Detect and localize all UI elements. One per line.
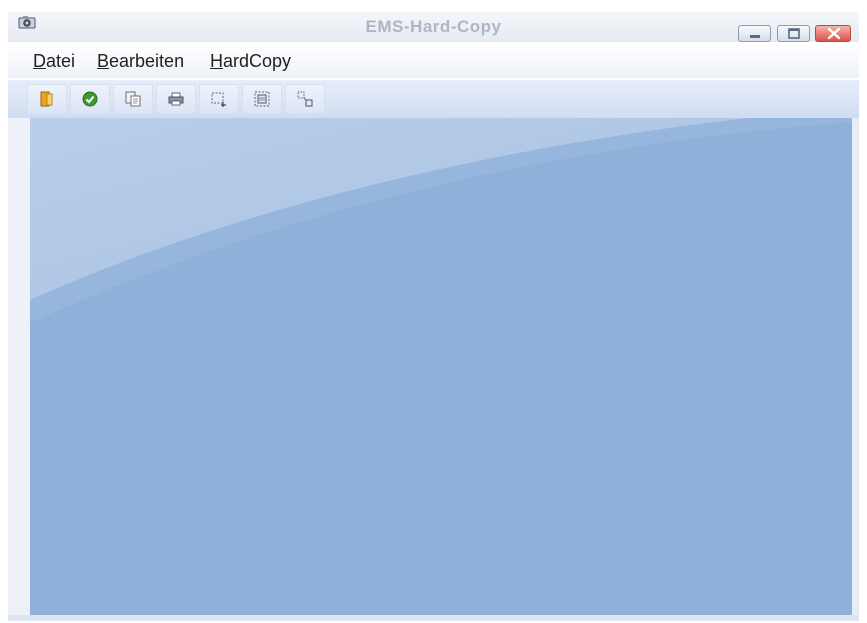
print-button[interactable]	[156, 84, 196, 114]
application-window: EMS-Hard-Copy Datei Bearbeiten HardCopy	[0, 0, 867, 623]
open-button[interactable]	[27, 84, 67, 114]
menu-bearbeiten[interactable]: Bearbeiten	[97, 51, 184, 72]
menu-bearbeiten-label: earbeiten	[109, 51, 185, 71]
ok-button[interactable]	[70, 84, 110, 114]
menu-hardcopy-mnemonic: H	[210, 51, 223, 71]
menu-datei-label: atei	[46, 51, 76, 71]
bottom-frame	[8, 615, 859, 621]
left-frame	[8, 118, 30, 617]
menu-datei[interactable]: Datei	[33, 51, 75, 72]
workspace-area	[30, 118, 852, 615]
menu-hardcopy[interactable]: HardCopy	[210, 51, 291, 72]
toolbar	[8, 80, 859, 119]
menu-bearbeiten-mnemonic: B	[97, 51, 110, 71]
menu-bar: Datei Bearbeiten HardCopy	[8, 44, 859, 78]
close-icon	[816, 27, 852, 45]
minimize-icon	[739, 28, 772, 45]
menu-datei-mnemonic: D	[33, 51, 46, 71]
minimize-button[interactable]	[738, 25, 771, 42]
window-title: EMS-Hard-Copy	[365, 17, 502, 36]
select-frame-button[interactable]	[242, 84, 282, 114]
maximize-icon	[778, 28, 811, 45]
menu-hardcopy-label: ardCopy	[223, 51, 292, 71]
select-region-button[interactable]	[199, 84, 239, 114]
workspace-background	[30, 118, 852, 615]
maximize-button[interactable]	[777, 25, 810, 42]
select-object-button[interactable]	[285, 84, 325, 114]
right-frame	[852, 118, 859, 617]
copy-button[interactable]	[113, 84, 153, 114]
close-button[interactable]	[815, 25, 851, 42]
